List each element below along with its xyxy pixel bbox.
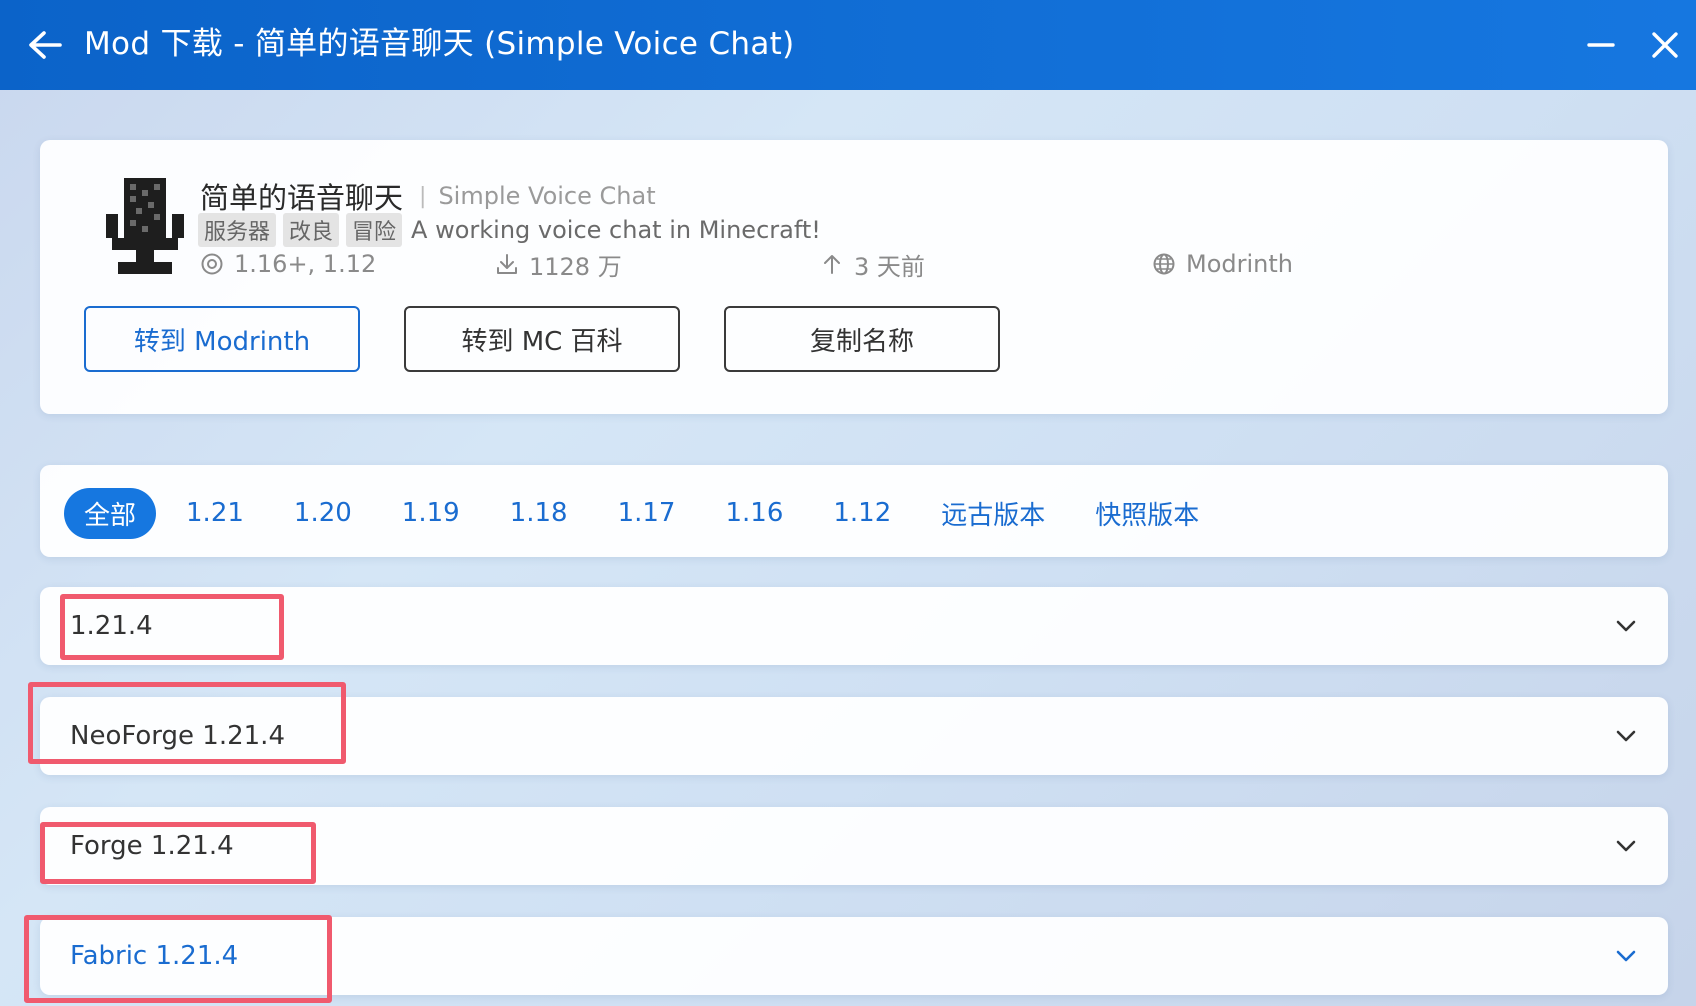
- goto-mcwiki-button[interactable]: 转到 MC 百科: [404, 306, 680, 372]
- upload-arrow-icon: [824, 255, 840, 274]
- back-button[interactable]: [22, 22, 68, 68]
- mod-name-cn: 简单的语音聊天: [200, 181, 404, 215]
- close-icon: [1652, 32, 1678, 58]
- source-text: Modrinth: [1186, 250, 1293, 278]
- filter-1-21[interactable]: 1.21: [186, 498, 244, 528]
- chevron-down-icon: [1616, 840, 1636, 852]
- chevron-down-icon: [1616, 620, 1636, 632]
- filter-1-12[interactable]: 1.12: [833, 498, 891, 528]
- download-icon: [497, 254, 517, 274]
- mod-source: Modrinth: [1152, 246, 1293, 282]
- name-separator: |: [419, 183, 427, 209]
- filter-1-18[interactable]: 1.18: [510, 498, 568, 528]
- arrow-left-icon: [29, 31, 62, 59]
- mod-description: A working voice chat in Minecraft!: [411, 216, 821, 244]
- tags-row: 服务器 改良 冒险 A working voice chat in Minecr…: [198, 212, 821, 248]
- microphone-icon: [106, 178, 184, 274]
- goto-modrinth-button[interactable]: 转到 Modrinth: [84, 306, 360, 372]
- updated-text: 3 天前: [854, 252, 925, 281]
- close-button[interactable]: [1642, 22, 1688, 68]
- chevron-down-icon: [1616, 950, 1636, 962]
- window-title: Mod 下载 - 简单的语音聊天 (Simple Voice Chat): [84, 26, 795, 62]
- globe-icon: [1153, 253, 1175, 275]
- mod-name-row: 简单的语音聊天 | Simple Voice Chat: [200, 176, 656, 216]
- forge-group-row[interactable]: Forge 1.21.4: [40, 807, 1668, 885]
- version-icon: [201, 253, 223, 275]
- downloads-text: 1128 万: [529, 252, 622, 281]
- copy-name-button[interactable]: 复制名称: [724, 306, 1000, 372]
- filter-ancient[interactable]: 远古版本: [941, 495, 1045, 532]
- minimize-icon: [1587, 43, 1615, 47]
- filter-1-16[interactable]: 1.16: [725, 498, 783, 528]
- mod-name-en: Simple Voice Chat: [438, 182, 656, 210]
- version-filter-bar: 全部 1.21 1.20 1.19 1.18 1.17 1.16 1.12 远古…: [40, 465, 1668, 557]
- chevron-down-icon: [1616, 730, 1636, 742]
- minimize-button[interactable]: [1578, 22, 1624, 68]
- fabric-group-row[interactable]: Fabric 1.21.4: [40, 917, 1668, 995]
- forge-group-label: Forge 1.21.4: [70, 831, 234, 861]
- neoforge-group-row[interactable]: NeoForge 1.21.4: [40, 697, 1668, 775]
- title-bar: Mod 下载 - 简单的语音聊天 (Simple Voice Chat): [0, 0, 1696, 90]
- tag-improvement: 改良: [283, 213, 340, 247]
- tag-server: 服务器: [198, 213, 277, 247]
- filter-snapshot[interactable]: 快照版本: [1095, 495, 1199, 532]
- filter-1-17[interactable]: 1.17: [618, 498, 676, 528]
- version-group-row[interactable]: 1.21.4: [40, 587, 1668, 665]
- neoforge-group-label: NeoForge 1.21.4: [70, 721, 285, 751]
- mod-versions: 1.16+, 1.12: [200, 246, 376, 282]
- filter-all[interactable]: 全部: [64, 487, 157, 539]
- mod-updated: 3 天前: [820, 246, 925, 282]
- mod-downloads: 1128 万: [495, 246, 622, 282]
- fabric-group-label: Fabric 1.21.4: [70, 941, 239, 971]
- filter-1-20[interactable]: 1.20: [294, 498, 352, 528]
- mod-info-card: 简单的语音聊天 | Simple Voice Chat 服务器 改良 冒险 A …: [40, 140, 1668, 414]
- tag-adventure: 冒险: [346, 213, 403, 247]
- versions-text: 1.16+, 1.12: [234, 250, 377, 278]
- filter-1-19[interactable]: 1.19: [402, 498, 460, 528]
- version-group-label: 1.21.4: [70, 611, 153, 641]
